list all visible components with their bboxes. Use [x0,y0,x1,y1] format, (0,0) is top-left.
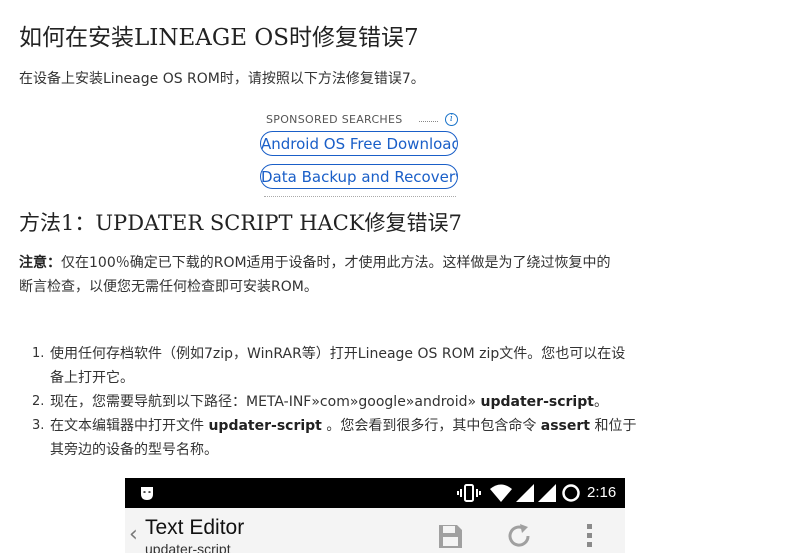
list-number: 1. [32,346,45,361]
app-title: Text Editor [145,516,245,539]
more-vert-icon[interactable] [583,522,597,550]
app-subtitle: updater-script [145,541,231,553]
steps-list: 1. 使用任何存档软件（例如7zip，WinRAR等）打开Lineage OS … [32,342,722,462]
list-item: 1. 使用任何存档软件（例如7zip，WinRAR等）打开Lineage OS … [32,342,722,390]
page-title: 如何在安装LINEAGE OS时修复错误7 [19,25,419,51]
incognito-mask-icon [141,487,153,500]
note-line: 断言检查，以便您无需任何检查即可安装ROM。 [19,279,318,295]
dotted-divider [264,196,456,197]
phone-screenshot: 2:16 ‹ Text Editor updater-script [125,478,625,553]
step-text: 使用任何存档软件（例如7zip，WinRAR等）打开Lineage OS ROM… [50,346,626,362]
sync-icon [562,484,580,502]
list-number: 3. [32,418,45,433]
step-text-part: 。 [593,394,608,410]
article-page: 如何在安装LINEAGE OS时修复错误7 在设备上安装Lineage OS R… [0,0,801,553]
step-text-part: 在文本编辑器中打开文件 [50,418,209,434]
step-text: 备上打开它。 [50,370,134,386]
refresh-icon[interactable] [506,522,534,550]
list-item: 2. 现在，您需要导航到以下路径：META-INF»com»google»and… [32,390,722,414]
step-text-part: 。您会看到很多行，其中包含命令 [321,418,541,434]
sponsored-link-android-os[interactable]: Android OS Free Downloads [260,131,458,156]
step-text-part: 和位于 [590,418,637,434]
status-clock: 2:16 [587,484,617,501]
wifi-icon [490,484,512,502]
dotted-divider [419,121,438,122]
sponsored-header: SPONSORED SEARCHES i [258,110,468,130]
section-heading: 方法1：UPDATER SCRIPT HACK修复错误7 [19,211,462,235]
note-paragraph: 注意：仅在100％确定已下载的ROM适用于设备时，才使用此方法。这样做是为了绕过… [19,251,699,299]
file-name: updater-script [208,418,322,434]
command-name: assert [540,418,590,434]
signal-icon [516,484,534,502]
signal-icon [538,484,556,502]
list-item: 3. 在文本编辑器中打开文件 updater-script 。您会看到很多行，其… [32,414,722,462]
note-label: 注意： [19,255,61,271]
sponsored-searches: SPONSORED SEARCHES i Android OS Free Dow… [258,110,468,197]
save-icon[interactable] [436,522,464,550]
list-number: 2. [32,394,45,409]
android-status-bar: 2:16 [125,478,625,508]
back-chevron-icon[interactable]: ‹ [129,524,138,546]
step-text: 现在，您需要导航到以下路径：META-INF»com»google»androi… [50,390,722,414]
step-text: 其旁边的设备的型号名称。 [50,442,218,458]
app-toolbar: ‹ Text Editor updater-script [125,508,625,553]
info-icon[interactable]: i [445,113,458,126]
step-text: 在文本编辑器中打开文件 updater-script 。您会看到很多行，其中包含… [50,414,722,438]
sponsored-label: SPONSORED SEARCHES [266,113,403,126]
step-text-part: 现在，您需要导航到以下路径：META-INF»com»google»androi… [50,394,481,410]
sponsored-link-data-backup[interactable]: Data Backup and Recovery [260,164,458,189]
vibrate-icon [457,484,481,502]
file-name: updater-script [480,394,594,410]
note-text: 仅在100％确定已下载的ROM适用于设备时，才使用此方法。这样做是为了绕过恢复中… [61,255,611,271]
note-line: 注意：仅在100％确定已下载的ROM适用于设备时，才使用此方法。这样做是为了绕过… [19,251,699,275]
intro-text: 在设备上安装Lineage OS ROM时，请按照以下方法修复错误7。 [19,71,425,87]
